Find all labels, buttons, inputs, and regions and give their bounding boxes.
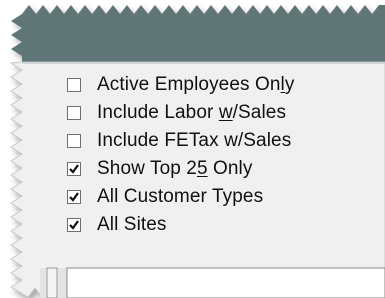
checkbox-include-labor-w-sales[interactable] <box>67 106 81 120</box>
label-all-sites: All Sites <box>97 214 167 236</box>
option-show-top-25-only[interactable]: Show Top 25 Only <box>67 154 367 184</box>
checkmark-icon <box>69 192 79 202</box>
checkbox-show-top-25-only[interactable] <box>67 162 81 176</box>
checkbox-active-employees-only[interactable] <box>67 78 81 92</box>
label-text: All Customer Types <box>97 186 264 207</box>
label-text: Include FETax w/Sales <box>97 130 292 151</box>
label-text: Include Labor <box>97 102 219 123</box>
label-include-labor-w-sales: Include Labor w/Sales <box>97 102 286 124</box>
option-active-employees-only[interactable]: Active Employees Only <box>67 70 367 100</box>
label-active-employees-only: Active Employees Only <box>97 74 294 96</box>
checkmark-icon <box>69 220 79 230</box>
label-text: /Sales <box>232 102 287 123</box>
label-show-top-25-only: Show Top 25 Only <box>97 158 252 180</box>
label-text: Active Employees On <box>97 74 281 95</box>
checkbox-include-fetax-w-sales[interactable] <box>67 134 81 148</box>
label-all-customer-types: All Customer Types <box>97 186 263 208</box>
label-include-fetax-w-sales: Include FETax w/Sales <box>97 130 291 152</box>
label-text: y <box>284 74 295 95</box>
option-include-labor-w-sales[interactable]: Include Labor w/Sales <box>67 98 367 128</box>
option-all-sites[interactable]: All Sites <box>67 210 367 240</box>
dialog-title-bar <box>11 5 385 62</box>
checkmark-icon <box>69 164 79 174</box>
accelerator-key: 5 <box>196 158 208 179</box>
checkbox-all-sites[interactable] <box>67 218 81 232</box>
checkbox-all-customer-types[interactable] <box>67 190 81 204</box>
option-include-fetax-w-sales[interactable]: Include FETax w/Sales <box>67 126 367 156</box>
label-text: All Sites <box>97 214 167 235</box>
option-all-customer-types[interactable]: All Customer Types <box>67 182 367 212</box>
label-text: Show Top 2 <box>97 158 197 179</box>
accelerator-key: w <box>218 102 233 123</box>
label-text: Only <box>207 158 253 179</box>
bottom-left-button <box>46 267 58 298</box>
bottom-field <box>66 267 385 298</box>
